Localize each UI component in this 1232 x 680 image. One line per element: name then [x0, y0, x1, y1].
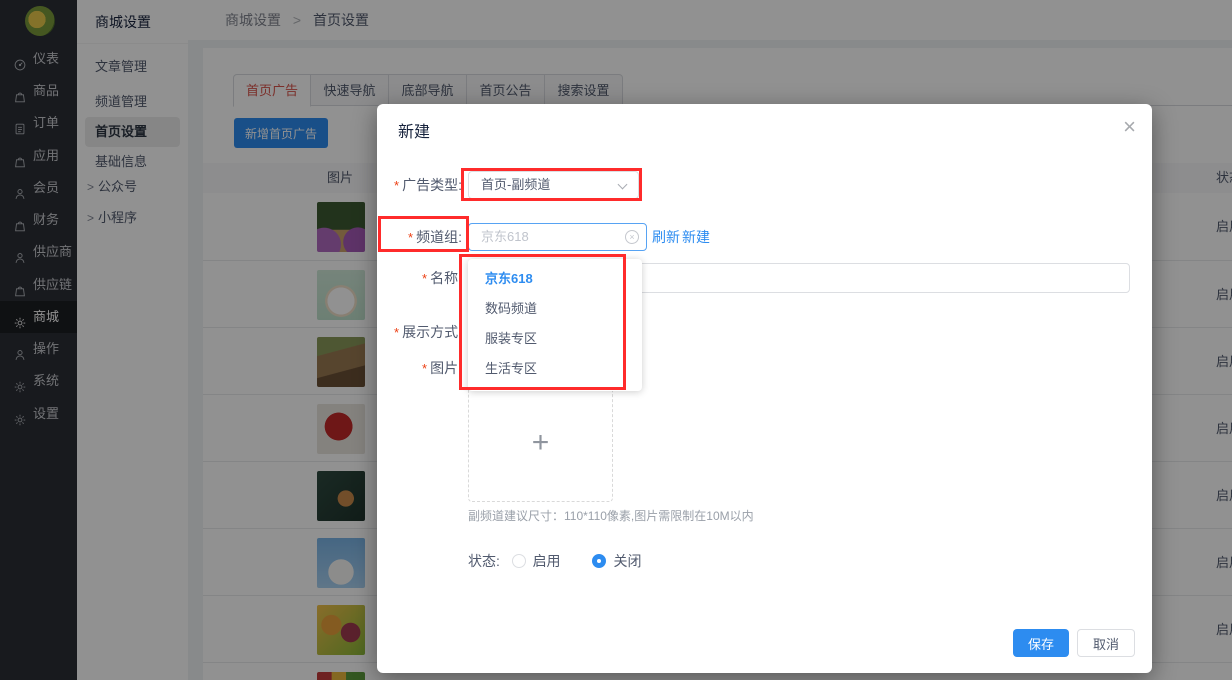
dropdown-option-clothing[interactable]: 服装专区	[468, 324, 642, 354]
ad-type-selected-value: 首页-副频道	[481, 172, 550, 198]
cancel-button[interactable]: 取消	[1077, 629, 1135, 657]
ad-type-label: *广告类型:	[377, 171, 462, 200]
radio-enable[interactable]	[512, 554, 526, 568]
image-upload-dropzone[interactable]: +	[468, 384, 613, 502]
ad-type-select[interactable]: 首页-副频道	[468, 171, 639, 199]
dropdown-option-digital[interactable]: 数码频道	[468, 294, 642, 324]
close-icon[interactable]: ×	[1123, 114, 1136, 140]
channel-group-dropdown: 京东618 数码频道 服装专区 生活专区	[468, 259, 642, 391]
channel-group-input[interactable]: 京东618 ×	[468, 223, 647, 251]
save-button[interactable]: 保存	[1013, 629, 1069, 657]
channel-group-input-value: 京东618	[481, 224, 529, 250]
required-asterisk: *	[394, 178, 399, 193]
required-asterisk: *	[422, 271, 427, 286]
plus-icon: +	[532, 426, 550, 460]
clear-icon[interactable]: ×	[625, 230, 639, 244]
radio-enable-label[interactable]: 启用	[533, 553, 561, 569]
required-asterisk: *	[422, 361, 427, 376]
app-root: 仪表 商品 订单 应用 会员 财务 供应商 供应链	[0, 0, 1232, 680]
radio-disable-label[interactable]: 关闭	[613, 553, 641, 569]
name-label: *名称:	[377, 263, 462, 294]
required-asterisk: *	[394, 325, 399, 340]
upload-hint: 副频道建议尺寸：110*110像素,图片需限制在10M以内	[468, 507, 754, 524]
channel-group-label: *频道组:	[377, 223, 462, 252]
refresh-link[interactable]: 刷新	[652, 223, 680, 251]
dropdown-option-jd618[interactable]: 京东618	[468, 264, 642, 294]
radio-disable[interactable]	[592, 554, 606, 568]
required-asterisk: *	[408, 230, 413, 245]
status-field: 状态: 启用 关闭	[468, 547, 641, 575]
image-label: *图片:	[377, 358, 462, 379]
modal-title: 新建	[398, 118, 430, 142]
status-label: 状态:	[468, 553, 500, 569]
dropdown-option-life[interactable]: 生活专区	[468, 354, 642, 384]
display-mode-label: *展示方式:	[377, 322, 462, 343]
new-channel-link[interactable]: 新建	[682, 223, 710, 251]
chevron-down-icon	[618, 180, 628, 190]
